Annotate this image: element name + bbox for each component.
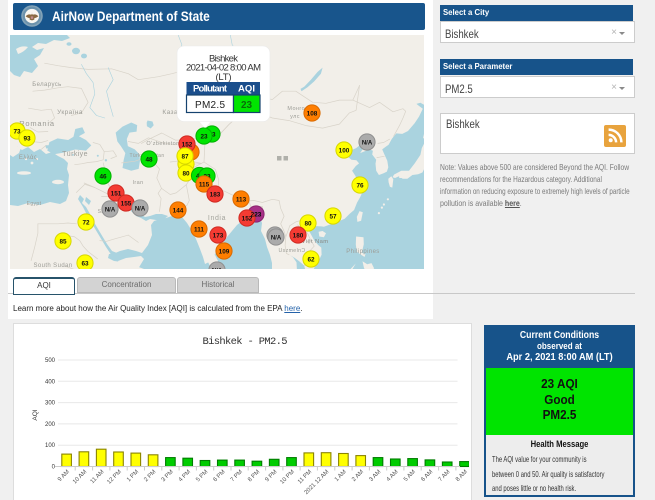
svg-text:173: 173 bbox=[213, 232, 224, 239]
svg-text:6 AM: 6 AM bbox=[420, 469, 434, 483]
svg-text:N/A: N/A bbox=[212, 268, 223, 269]
svg-text:500: 500 bbox=[45, 358, 56, 364]
svg-text:183: 183 bbox=[210, 191, 221, 198]
svg-text:152: 152 bbox=[182, 141, 193, 148]
svg-text:10 PM: 10 PM bbox=[279, 469, 296, 486]
svg-text:UszmelnƆ: UszmelnƆ bbox=[278, 248, 305, 254]
svg-text:10 AM: 10 AM bbox=[72, 469, 88, 485]
svg-text:108: 108 bbox=[307, 110, 318, 117]
svg-text:4 PM: 4 PM bbox=[178, 469, 192, 483]
svg-text:Türkiye: Türkiye bbox=[62, 151, 88, 158]
svg-text:Philippines: Philippines bbox=[346, 249, 379, 255]
svg-text:72: 72 bbox=[82, 219, 90, 226]
svg-text:3 AM: 3 AM bbox=[368, 469, 382, 483]
svg-text:AQI: AQI bbox=[32, 409, 39, 420]
svg-text:80: 80 bbox=[182, 170, 190, 177]
svg-text:85: 85 bbox=[59, 238, 67, 245]
svg-text:80: 80 bbox=[304, 220, 312, 227]
svg-text:23: 23 bbox=[200, 133, 208, 140]
svg-text:111: 111 bbox=[194, 226, 204, 233]
svg-text:109: 109 bbox=[219, 248, 230, 255]
svg-text:87: 87 bbox=[181, 153, 189, 160]
svg-text:PM2.5: PM2.5 bbox=[195, 100, 225, 111]
svg-text:115: 115 bbox=[199, 181, 210, 188]
svg-text:N/A: N/A bbox=[271, 235, 282, 241]
svg-text:(LT): (LT) bbox=[216, 72, 232, 83]
svg-text:8 PM: 8 PM bbox=[247, 469, 261, 483]
svg-text:144: 144 bbox=[173, 207, 184, 214]
svg-text:155: 155 bbox=[121, 200, 132, 207]
svg-text:1 PM: 1 PM bbox=[126, 469, 140, 483]
svg-text:5 PM: 5 PM bbox=[195, 469, 209, 483]
svg-text:180: 180 bbox=[293, 232, 304, 239]
svg-text:Bishkek - PM2.5: Bishkek - PM2.5 bbox=[203, 336, 288, 348]
svg-text:4 AM: 4 AM bbox=[386, 469, 400, 483]
svg-text:100: 100 bbox=[45, 443, 56, 449]
svg-text:0: 0 bbox=[52, 465, 56, 471]
svg-text:23: 23 bbox=[241, 100, 252, 111]
svg-text:46: 46 bbox=[99, 173, 107, 180]
svg-text:2 AM: 2 AM bbox=[351, 469, 365, 483]
svg-text:57: 57 bbox=[329, 213, 337, 220]
svg-text:Oʻzbekiston: Oʻzbekiston bbox=[146, 140, 179, 147]
svg-text:1 AM: 1 AM bbox=[334, 469, 348, 483]
svg-text:5 AM: 5 AM bbox=[403, 469, 417, 483]
svg-text:Việt Nam: Việt Nam bbox=[302, 239, 329, 245]
svg-text:Iran: Iran bbox=[132, 180, 143, 186]
svg-text:2 PM: 2 PM bbox=[143, 469, 157, 483]
svg-text:N/A: N/A bbox=[105, 207, 116, 213]
svg-text:7 AM: 7 AM bbox=[438, 469, 452, 483]
svg-text:AQI: AQI bbox=[238, 84, 255, 95]
svg-text:Romania: Romania bbox=[19, 119, 55, 128]
svg-text:India: India bbox=[208, 215, 226, 222]
svg-text:223: 223 bbox=[251, 211, 262, 218]
svg-text:63: 63 bbox=[81, 260, 89, 267]
svg-text:7 PM: 7 PM bbox=[230, 469, 244, 483]
svg-text:400: 400 bbox=[45, 379, 56, 385]
svg-text:76: 76 bbox=[356, 182, 364, 189]
svg-text:93: 93 bbox=[23, 135, 31, 142]
svg-text:12 PM: 12 PM bbox=[106, 469, 123, 486]
svg-text:Беларусь: Беларусь bbox=[32, 82, 61, 88]
svg-text:151: 151 bbox=[111, 190, 122, 197]
svg-text:улс: улс bbox=[290, 114, 300, 120]
svg-text:South Sudan: South Sudan bbox=[33, 263, 72, 269]
svg-text:6 PM: 6 PM bbox=[213, 469, 227, 483]
svg-text:Україна: Україна bbox=[57, 109, 83, 116]
svg-text:Ελλάς: Ελλάς bbox=[19, 154, 37, 161]
svg-text:N/A: N/A bbox=[135, 206, 146, 212]
svg-text:300: 300 bbox=[45, 401, 56, 407]
svg-text:N/A: N/A bbox=[362, 140, 373, 146]
svg-text:8 AM: 8 AM bbox=[455, 469, 469, 483]
svg-text:100: 100 bbox=[339, 147, 350, 154]
svg-text:113: 113 bbox=[236, 196, 247, 203]
svg-text:Egypt: Egypt bbox=[27, 201, 42, 207]
svg-text:Pollutant: Pollutant bbox=[193, 84, 228, 95]
svg-text:62: 62 bbox=[307, 256, 315, 263]
svg-text:11 AM: 11 AM bbox=[90, 469, 106, 485]
svg-text:3 PM: 3 PM bbox=[161, 469, 175, 483]
svg-text:200: 200 bbox=[45, 422, 56, 428]
svg-text:11 PM: 11 PM bbox=[297, 469, 313, 485]
svg-text:9 AM: 9 AM bbox=[57, 469, 71, 483]
svg-text:48: 48 bbox=[145, 156, 153, 163]
svg-text:9 PM: 9 PM bbox=[264, 469, 278, 483]
